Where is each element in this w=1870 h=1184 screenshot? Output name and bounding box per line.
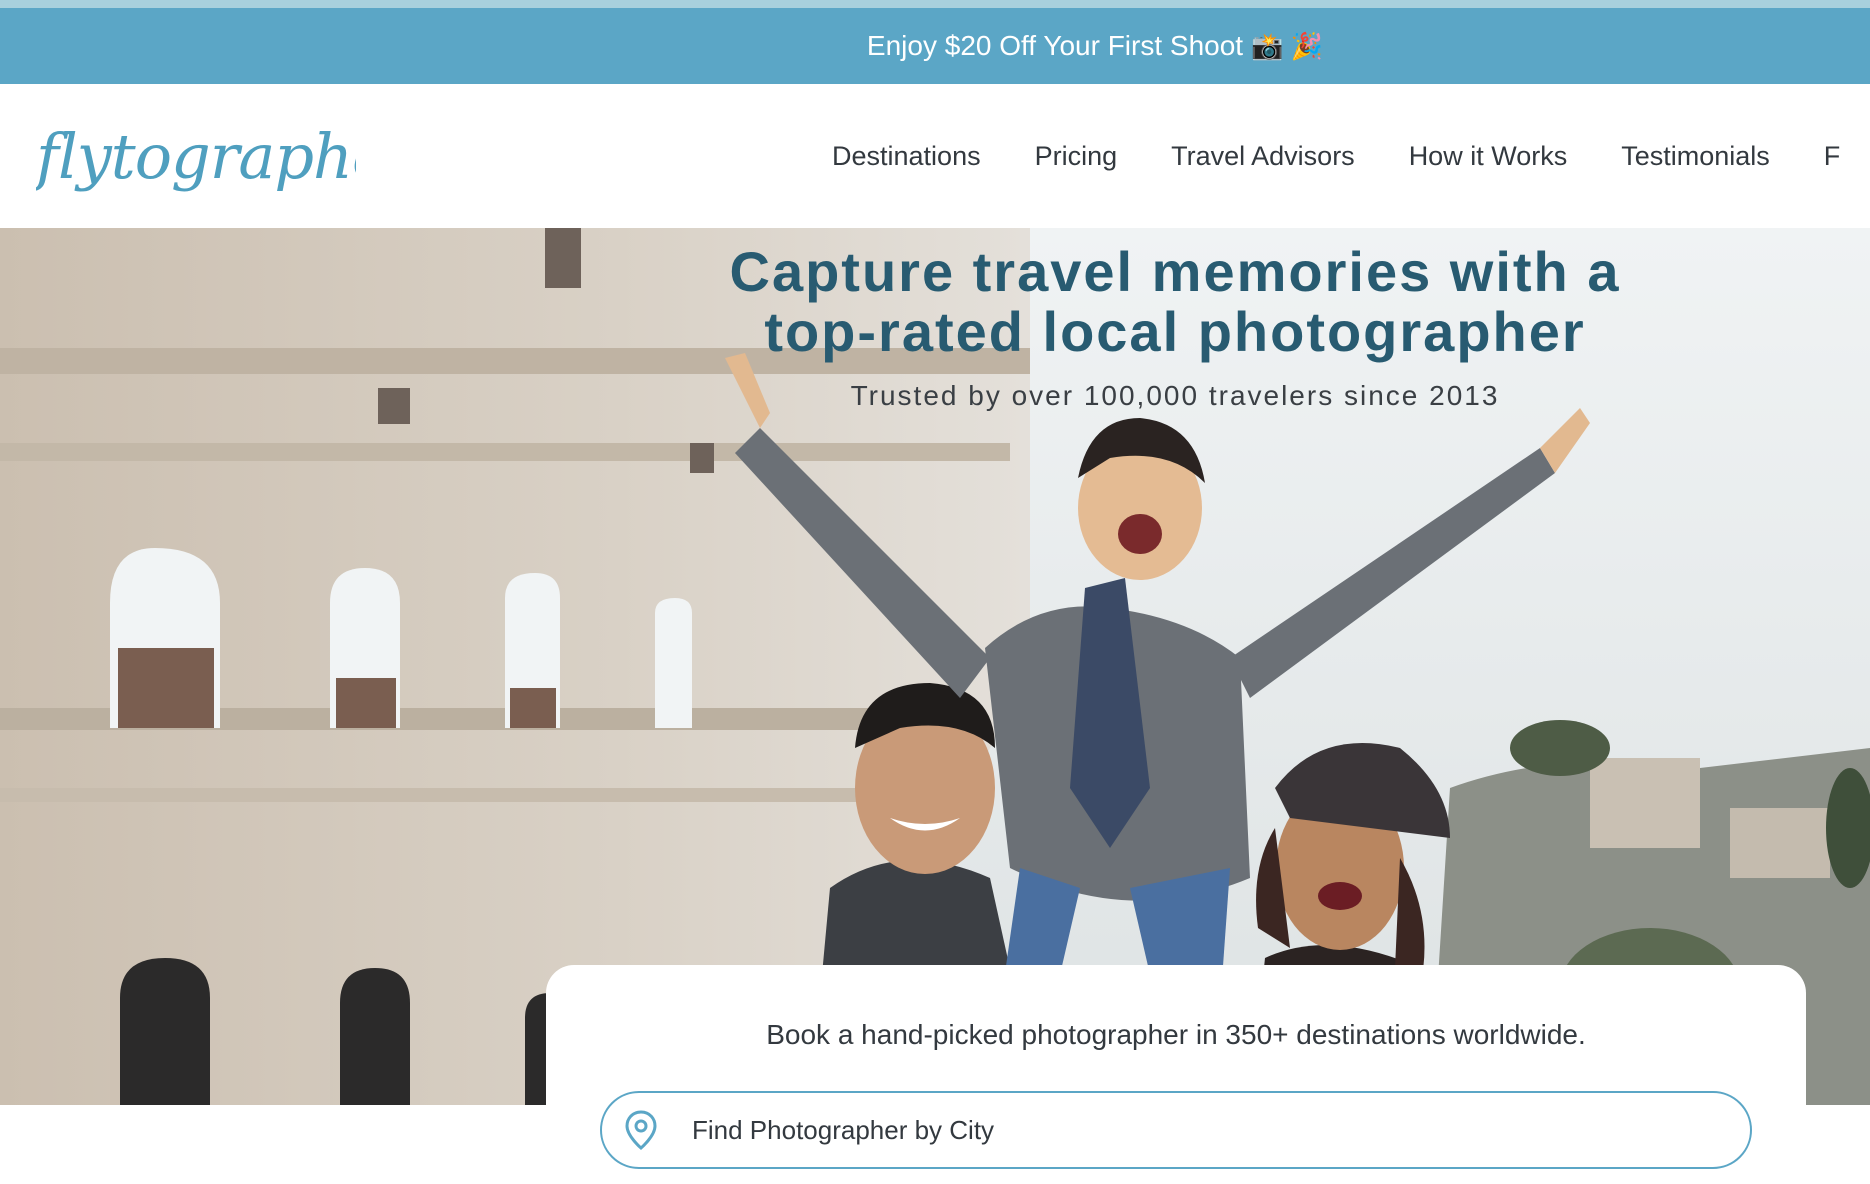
camera-party-emoji-icon: 📸 🎉 xyxy=(1251,30,1324,61)
hero-subline: Trusted by over 100,000 travelers since … xyxy=(850,380,1500,411)
logo-script-icon: flytographer xyxy=(36,120,356,193)
headline-line-1: Capture travel memories with a xyxy=(729,240,1621,303)
nav-travel-advisors[interactable]: Travel Advisors xyxy=(1171,141,1355,172)
promo-text[interactable]: Enjoy $20 Off Your First Shoot xyxy=(867,30,1243,62)
city-search[interactable] xyxy=(600,1091,1752,1169)
site-header: flytographer Destinations Pricing Travel… xyxy=(0,84,1870,228)
nav-destinations[interactable]: Destinations xyxy=(832,141,981,172)
nav-pricing[interactable]: Pricing xyxy=(1035,141,1118,172)
nav-more[interactable]: F xyxy=(1824,141,1841,172)
booking-text: Book a hand-picked photographer in 350+ … xyxy=(766,1019,1586,1050)
hero-headline: Capture travel memories with a top-rated… xyxy=(620,242,1730,362)
location-pin-icon xyxy=(625,1110,657,1150)
nav-how-it-works[interactable]: How it Works xyxy=(1409,141,1568,172)
headline-line-2: top-rated local photographer xyxy=(764,300,1586,363)
booking-card: Book a hand-picked photographer in 350+ … xyxy=(546,965,1806,1184)
logo[interactable]: flytographer xyxy=(36,112,356,202)
page: Enjoy $20 Off Your First Shoot 📸 🎉 flyto… xyxy=(0,0,1870,1184)
promo-banner[interactable]: Enjoy $20 Off Your First Shoot 📸 🎉 xyxy=(0,8,1870,84)
logo-text: flytographer xyxy=(36,120,356,193)
main-nav: Destinations Pricing Travel Advisors How… xyxy=(832,84,1870,228)
top-strip xyxy=(0,0,1870,8)
nav-testimonials[interactable]: Testimonials xyxy=(1621,141,1770,172)
city-search-input[interactable] xyxy=(692,1114,1592,1146)
